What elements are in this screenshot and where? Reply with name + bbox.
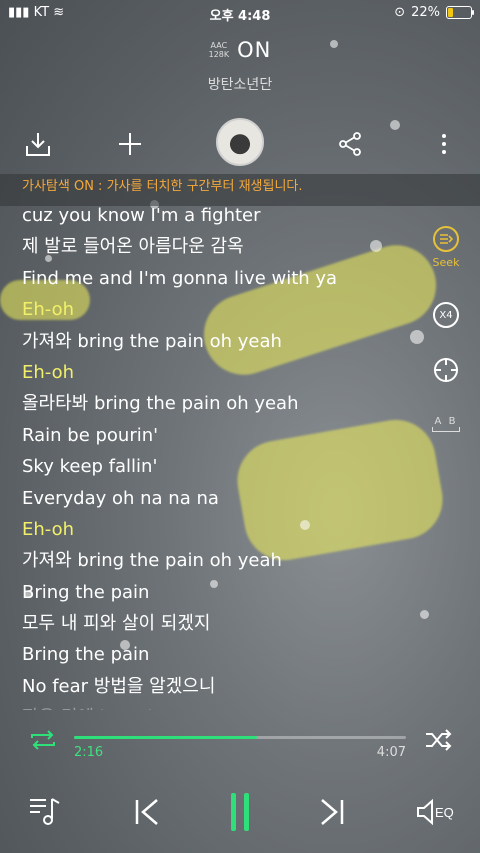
rotation-lock-icon: ⊙ [394,5,406,20]
codec-label: AAC [210,41,228,50]
lyric-line[interactable]: Everyday oh na na na [22,483,442,514]
quality-badge: AAC 128K [209,41,230,59]
lyric-line[interactable]: Eh-oh [22,514,442,545]
lyric-line[interactable]: cuz you know I'm a fighter [22,200,442,231]
lyric-line[interactable]: Sky keep fallin' [22,451,442,482]
lyric-line[interactable]: Bring the pain [22,577,442,608]
previous-track-icon [135,799,158,825]
speed-button[interactable]: X4 [424,302,468,328]
repeat-section-button[interactable] [424,356,468,384]
status-right: ⊙ 22% [394,5,474,20]
lyric-line[interactable]: 가져와 bring the pain oh yeah [22,326,442,357]
battery-fill [448,8,453,17]
lyric-line[interactable]: 제 발로 들어온 아름다운 감옥 [22,231,442,262]
svg-text:EQ: EQ [435,805,454,820]
artist-name[interactable]: 방탄소년단 [0,74,480,94]
pause-button[interactable] [213,785,267,839]
playlist-button[interactable] [18,785,72,839]
progress-section: 2:16 4:07 [0,728,480,768]
player-screen: ▮▮▮ KT ≋ 오후 4:48 ⊙ 22% AAC 128K ON 방탄소년단 [0,0,480,853]
bitrate-label: 128K [208,50,230,59]
song-title: ON [237,38,272,62]
next-button[interactable] [305,785,359,839]
add-button[interactable] [106,116,154,172]
repeat-button[interactable] [28,728,58,756]
seek-label: Seek [432,256,460,269]
total-time: 4:07 [376,745,406,760]
lyric-line[interactable]: 모두 내 피와 살이 되겠지 [22,608,442,639]
more-button[interactable] [420,116,468,172]
elapsed-time: 2:16 [74,745,104,760]
repeat-icon [31,730,55,750]
download-icon [26,133,50,156]
equalizer-button[interactable]: EQ [410,785,466,839]
song-header: AAC 128K ON [0,38,480,62]
crosshair-icon [434,358,458,382]
more-vertical-icon [442,134,446,154]
playlist-music-icon [30,798,60,825]
plus-icon [119,133,141,155]
battery-icon [446,6,474,19]
battery-percent: 22% [411,5,440,20]
pause-icon [229,793,251,831]
top-toolbar [0,116,480,172]
status-bar: ▮▮▮ KT ≋ 오후 4:48 ⊙ 22% [0,0,480,26]
seek-icon [433,226,459,252]
next-track-icon [321,799,344,825]
share-icon [339,132,361,156]
lyric-line[interactable]: Eh-oh [22,294,442,325]
progress-fill [74,736,257,739]
album-thumbnail[interactable] [216,118,264,166]
download-button[interactable] [14,116,62,172]
playback-controls: EQ [0,785,480,839]
share-button[interactable] [326,116,374,172]
lyric-line[interactable]: 가져와 bring the pain oh yeah [22,545,442,576]
seek-button[interactable]: Seek [424,226,468,269]
ab-bracket-icon [432,427,460,432]
lyric-line[interactable]: Find me and I'm gonna live with ya [22,263,442,294]
lyric-line[interactable]: 올라타봐 bring the pain oh yeah [22,388,442,419]
lyric-line[interactable]: Bring the pain [22,639,442,670]
progress-bar[interactable] [74,736,406,739]
ab-repeat-button[interactable]: A B [424,416,468,432]
lyrics-view[interactable]: cuz you know I'm a fighter 제 발로 들어온 아름다운 … [22,200,442,710]
lyrics-list: cuz you know I'm a fighter 제 발로 들어온 아름다운 … [22,200,442,710]
ab-label: A B [434,416,458,427]
lyric-line[interactable]: Rain be pourin' [22,420,442,451]
shuffle-icon [426,729,452,751]
speaker-eq-icon: EQ [417,798,454,826]
lyric-line[interactable]: Eh-oh [22,357,442,388]
speed-label: X4 [433,302,459,328]
lyric-line[interactable]: No fear 방법을 알겠으니 [22,671,442,702]
previous-button[interactable] [120,785,174,839]
shuffle-button[interactable] [424,728,454,756]
lyric-line[interactable]: 작은 것에 breathe [22,702,442,710]
